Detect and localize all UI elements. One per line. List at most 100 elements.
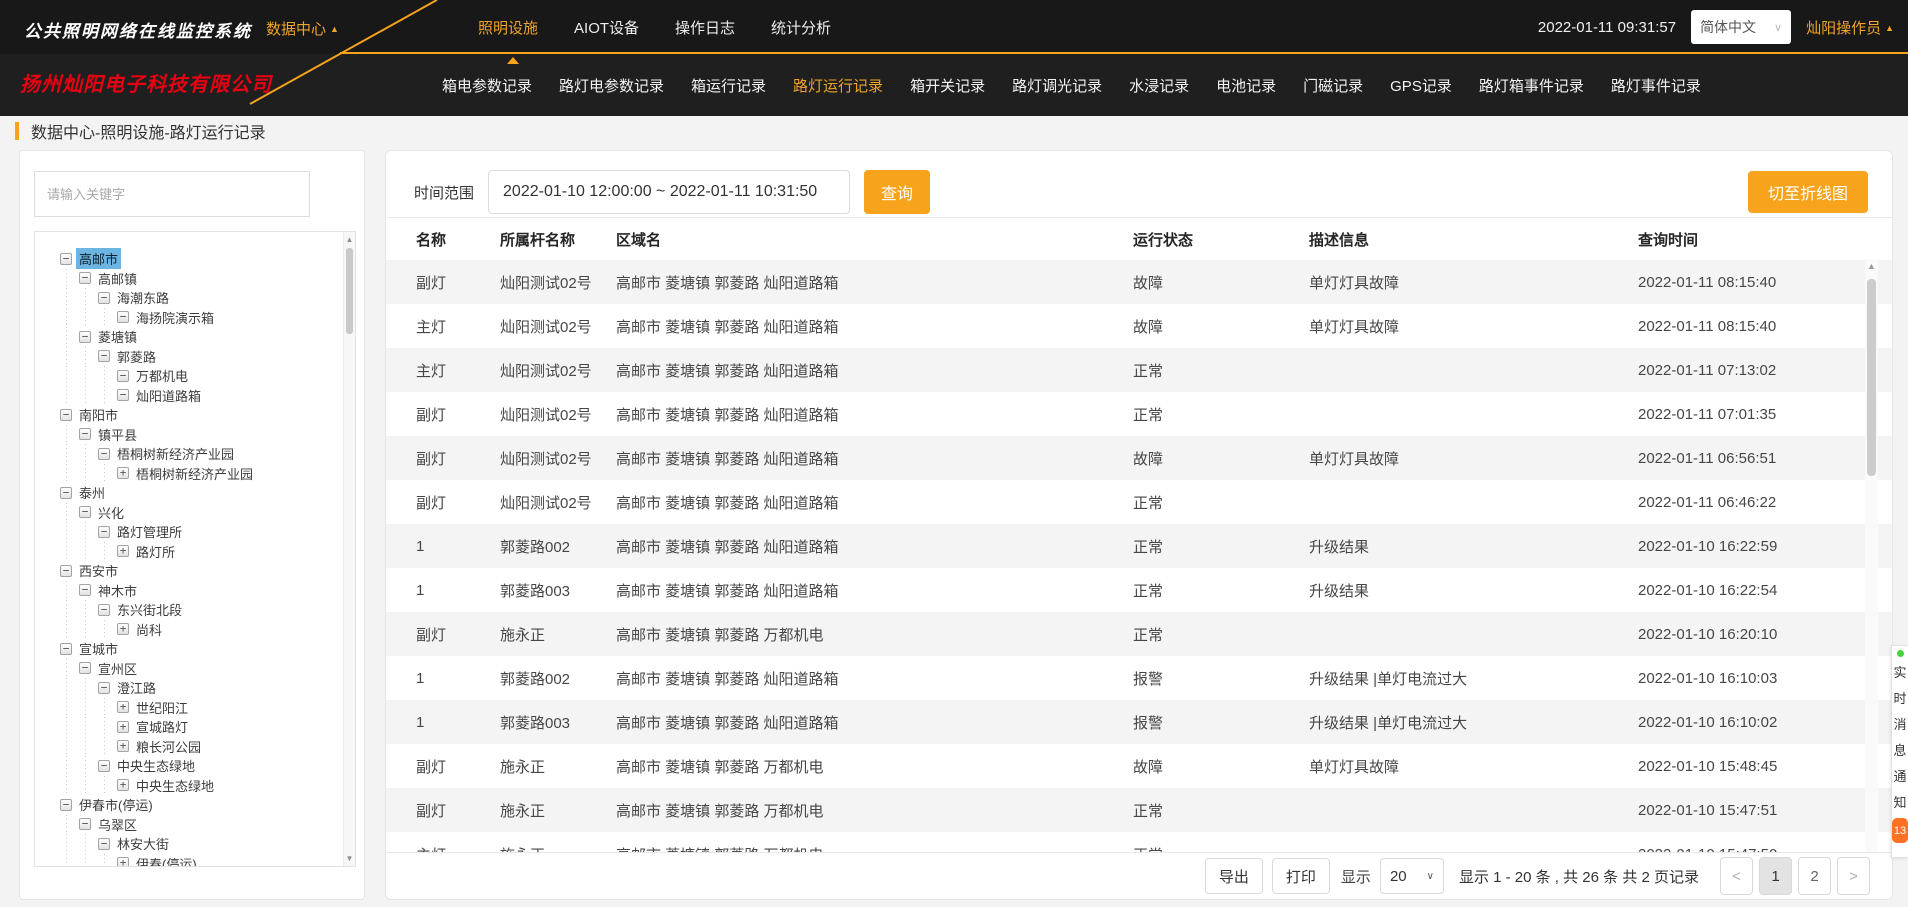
table-row[interactable]: 1郭菱路003高邮市 菱塘镇 郭菱路 灿阳道路箱报警升级结果 |单灯电流过大20… bbox=[386, 700, 1892, 744]
collapse-icon[interactable]: − bbox=[98, 604, 110, 616]
collapse-icon[interactable]: − bbox=[60, 565, 72, 577]
collapse-icon[interactable]: − bbox=[98, 838, 110, 850]
table-row[interactable]: 1郭菱路003高邮市 菱塘镇 郭菱路 灿阳道路箱正常升级结果2022-01-10… bbox=[386, 568, 1892, 612]
tree-node-label[interactable]: 中央生态绿地 bbox=[133, 775, 217, 796]
tree-node-label[interactable]: 梧桐树新经济产业园 bbox=[114, 443, 237, 464]
page-button-prev[interactable]: < bbox=[1720, 857, 1753, 895]
export-button[interactable]: 导出 bbox=[1205, 858, 1263, 894]
collapse-icon[interactable]: − bbox=[117, 389, 129, 401]
tree-node-label[interactable]: 高邮镇 bbox=[95, 268, 140, 289]
scroll-up-icon[interactable]: ▲ bbox=[344, 235, 355, 244]
table-row[interactable]: 1郭菱路002高邮市 菱塘镇 郭菱路 灿阳道路箱报警升级结果 |单灯电流过大20… bbox=[386, 656, 1892, 700]
page-size-select[interactable]: 20 ∨ bbox=[1380, 858, 1444, 894]
tree-node-label[interactable]: 粮长河公园 bbox=[133, 736, 204, 757]
record-tab[interactable]: 箱开关记录 bbox=[910, 75, 985, 96]
datacenter-menu[interactable]: 数据中心▲ bbox=[266, 18, 339, 39]
tree-node-label[interactable]: 郭菱路 bbox=[114, 346, 159, 367]
record-tab[interactable]: 电池记录 bbox=[1216, 75, 1276, 96]
table-scrollbar-thumb[interactable] bbox=[1867, 279, 1876, 476]
tree-node-label[interactable]: 路灯管理所 bbox=[114, 521, 185, 542]
tree-node-label[interactable]: 路灯所 bbox=[133, 541, 178, 562]
collapse-icon[interactable]: − bbox=[60, 643, 72, 655]
table-row[interactable]: 副灯施永正高邮市 菱塘镇 郭菱路 万都机电故障单灯灯具故障2022-01-10 … bbox=[386, 744, 1892, 788]
expand-icon[interactable]: + bbox=[117, 701, 129, 713]
collapse-icon[interactable]: − bbox=[79, 818, 91, 830]
table-row[interactable]: 副灯灿阳测试02号高邮市 菱塘镇 郭菱路 灿阳道路箱正常2022-01-11 0… bbox=[386, 392, 1892, 436]
collapse-icon[interactable]: − bbox=[79, 272, 91, 284]
collapse-icon[interactable]: − bbox=[117, 311, 129, 323]
tree-node-label[interactable]: 东兴街北段 bbox=[114, 599, 185, 620]
tree-node-label[interactable]: 兴化 bbox=[95, 502, 127, 523]
query-button[interactable]: 查询 bbox=[864, 170, 930, 214]
table-row[interactable]: 副灯灿阳测试02号高邮市 菱塘镇 郭菱路 灿阳道路箱正常2022-01-11 0… bbox=[386, 480, 1892, 524]
tree-node-label[interactable]: 灿阳道路箱 bbox=[133, 385, 204, 406]
nav-item[interactable]: AIOT设备 bbox=[574, 17, 639, 38]
language-select[interactable]: 简体中文 ∨ bbox=[1691, 10, 1791, 44]
tree-node-label[interactable]: 伊春(停运) bbox=[133, 853, 200, 866]
expand-icon[interactable]: + bbox=[117, 467, 129, 479]
table-row[interactable]: 主灯灿阳测试02号高邮市 菱塘镇 郭菱路 灿阳道路箱正常2022-01-11 0… bbox=[386, 348, 1892, 392]
tree-node-label[interactable]: 尚科 bbox=[133, 619, 165, 640]
collapse-icon[interactable]: − bbox=[98, 292, 110, 304]
record-tab[interactable]: GPS记录 bbox=[1390, 75, 1452, 96]
tree-node-label[interactable]: 宣州区 bbox=[95, 658, 140, 679]
tree-node-label[interactable]: 西安市 bbox=[76, 560, 121, 581]
nav-item[interactable]: 操作日志 bbox=[675, 17, 735, 38]
expand-icon[interactable]: + bbox=[117, 623, 129, 635]
tree-node-label[interactable]: 宣城路灯 bbox=[133, 716, 191, 737]
tree-scrollbar-thumb[interactable] bbox=[346, 248, 353, 334]
time-range-input[interactable] bbox=[488, 170, 850, 214]
collapse-icon[interactable]: − bbox=[60, 487, 72, 499]
page-button-2[interactable]: 2 bbox=[1798, 857, 1831, 895]
nav-item[interactable]: 统计分析 bbox=[771, 17, 831, 38]
collapse-icon[interactable]: − bbox=[79, 428, 91, 440]
scroll-down-icon[interactable]: ▼ bbox=[344, 854, 355, 863]
collapse-icon[interactable]: − bbox=[79, 331, 91, 343]
collapse-icon[interactable]: − bbox=[98, 448, 110, 460]
tree-node-label[interactable]: 神木市 bbox=[95, 580, 140, 601]
collapse-icon[interactable]: − bbox=[98, 760, 110, 772]
nav-item[interactable]: 照明设施 bbox=[478, 17, 538, 38]
user-menu[interactable]: 灿阳操作员▲ bbox=[1806, 17, 1894, 38]
table-row[interactable]: 主灯施永正高邮市 菱塘镇 郭菱路 万都机电正常2022-01-10 15:47:… bbox=[386, 832, 1892, 852]
expand-icon[interactable]: + bbox=[117, 740, 129, 752]
expand-icon[interactable]: + bbox=[117, 857, 129, 866]
tree-node-label[interactable]: 林安大街 bbox=[114, 833, 172, 854]
collapse-icon[interactable]: − bbox=[79, 584, 91, 596]
print-button[interactable]: 打印 bbox=[1272, 858, 1330, 894]
table-row[interactable]: 1郭菱路002高邮市 菱塘镇 郭菱路 灿阳道路箱正常升级结果2022-01-10… bbox=[386, 524, 1892, 568]
expand-icon[interactable]: + bbox=[117, 721, 129, 733]
tree-node-label[interactable]: 海潮东路 bbox=[114, 287, 172, 308]
tree-node-label[interactable]: 海扬院演示箱 bbox=[133, 307, 217, 328]
table-row[interactable]: 副灯灿阳测试02号高邮市 菱塘镇 郭菱路 灿阳道路箱故障单灯灯具故障2022-0… bbox=[386, 260, 1892, 304]
table-scrollbar[interactable]: ▲ bbox=[1865, 259, 1878, 854]
tree-node-label[interactable]: 乌翠区 bbox=[95, 814, 140, 835]
collapse-icon[interactable]: − bbox=[60, 409, 72, 421]
tree-node-label[interactable]: 澄江路 bbox=[114, 677, 159, 698]
record-tab[interactable]: 路灯调光记录 bbox=[1012, 75, 1102, 96]
expand-icon[interactable]: + bbox=[117, 545, 129, 557]
realtime-notification-drawer[interactable]: 实时消息通知 13 bbox=[1891, 645, 1908, 858]
record-tab[interactable]: 门磁记录 bbox=[1303, 75, 1363, 96]
switch-to-line-chart-button[interactable]: 切至折线图 bbox=[1748, 171, 1868, 213]
page-button-next[interactable]: > bbox=[1837, 857, 1870, 895]
collapse-icon[interactable]: − bbox=[98, 350, 110, 362]
tree-node-label[interactable]: 南阳市 bbox=[76, 404, 121, 425]
record-tab[interactable]: 路灯运行记录 bbox=[793, 75, 883, 96]
tree-node-label[interactable]: 伊春市(停运) bbox=[76, 794, 156, 815]
tree-node-label[interactable]: 泰州 bbox=[76, 482, 108, 503]
collapse-icon[interactable]: − bbox=[60, 799, 72, 811]
expand-icon[interactable]: + bbox=[117, 779, 129, 791]
record-tab[interactable]: 路灯电参数记录 bbox=[559, 75, 664, 96]
tree-scrollbar[interactable]: ▲ ▼ bbox=[343, 232, 355, 866]
collapse-icon[interactable]: − bbox=[79, 506, 91, 518]
tree-node-label[interactable]: 中央生态绿地 bbox=[114, 755, 198, 776]
tree-node-label[interactable]: 镇平县 bbox=[95, 424, 140, 445]
record-tab[interactable]: 路灯事件记录 bbox=[1611, 75, 1701, 96]
tree-node-label[interactable]: 高邮市 bbox=[76, 248, 121, 269]
record-tab[interactable]: 水浸记录 bbox=[1129, 75, 1189, 96]
record-tab[interactable]: 箱电参数记录 bbox=[442, 75, 532, 96]
table-row[interactable]: 副灯灿阳测试02号高邮市 菱塘镇 郭菱路 灿阳道路箱故障单灯灯具故障2022-0… bbox=[386, 436, 1892, 480]
table-row[interactable]: 主灯灿阳测试02号高邮市 菱塘镇 郭菱路 灿阳道路箱故障单灯灯具故障2022-0… bbox=[386, 304, 1892, 348]
collapse-icon[interactable]: − bbox=[98, 526, 110, 538]
